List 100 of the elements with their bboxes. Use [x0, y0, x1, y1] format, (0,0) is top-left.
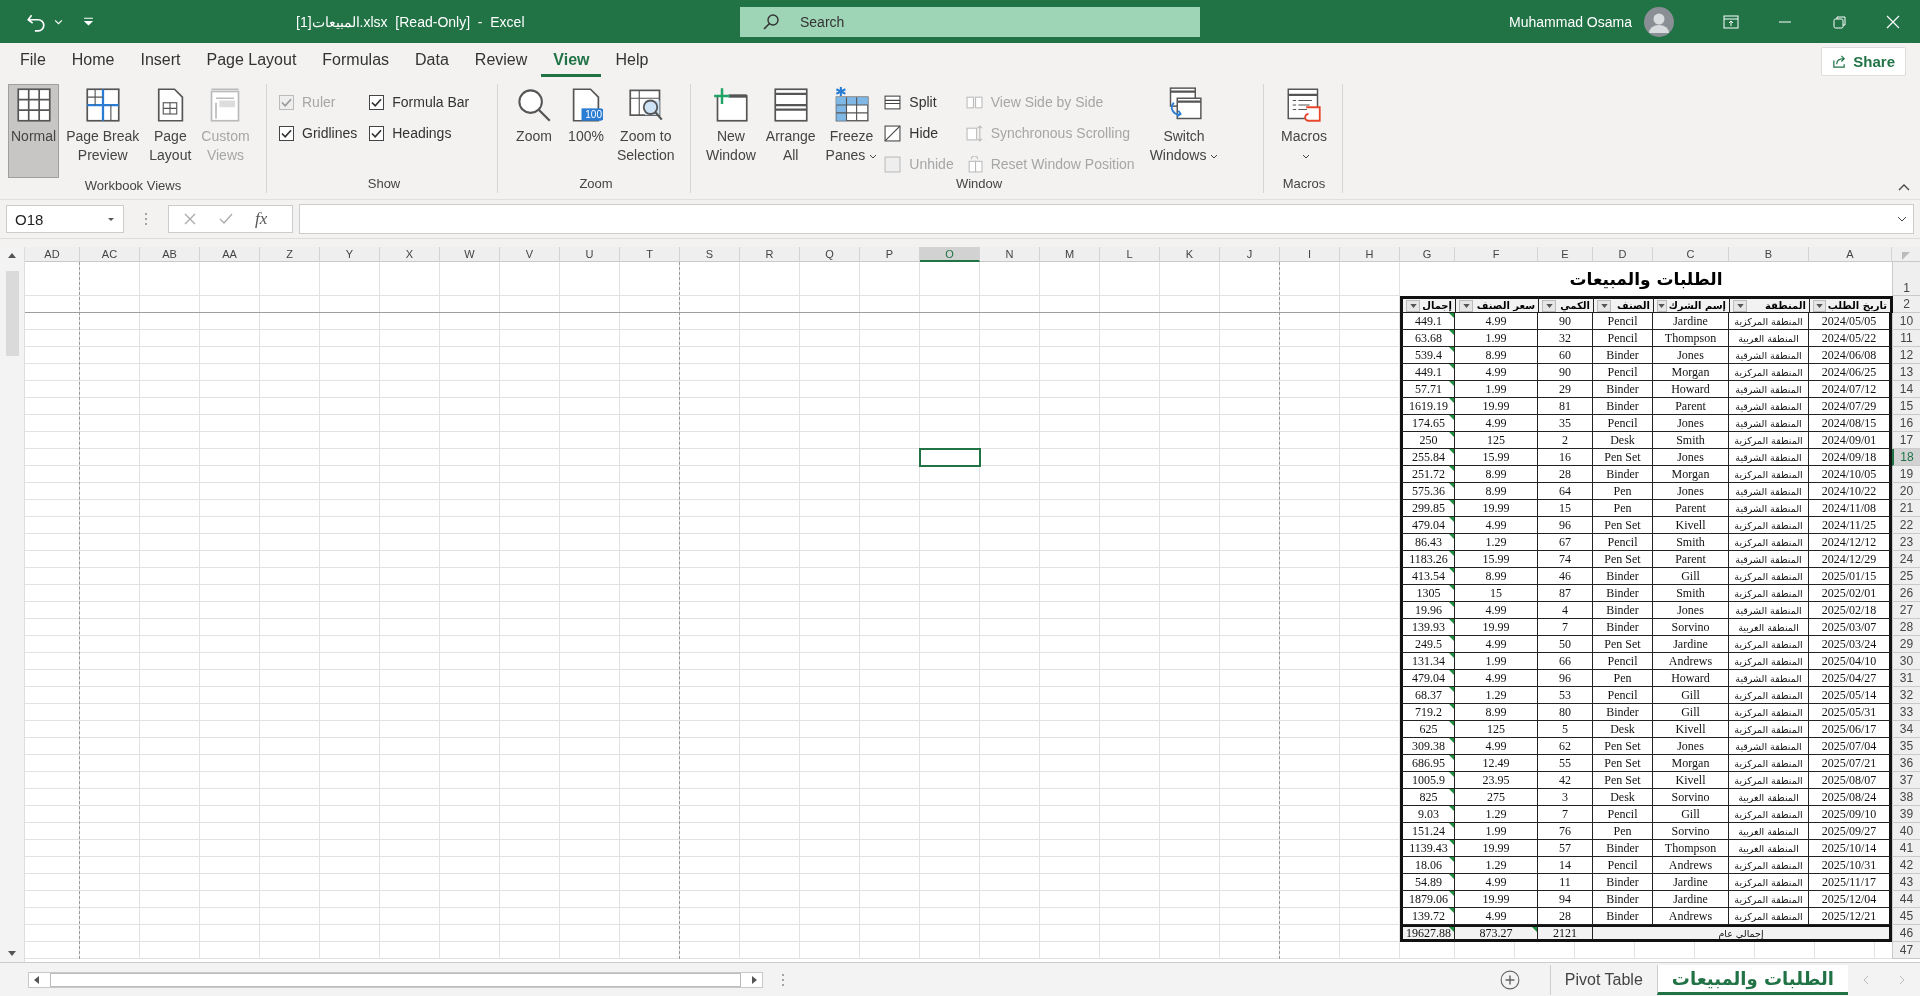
insert-function-button[interactable]: fx [255, 209, 268, 229]
column-header[interactable]: Q [800, 247, 860, 262]
column-header[interactable]: Y [320, 247, 380, 262]
column-header[interactable]: D [1593, 247, 1653, 262]
column-header[interactable]: W [440, 247, 500, 262]
ribbon-button[interactable]: Arrange All [762, 84, 819, 170]
row-header[interactable]: 35 [1892, 738, 1920, 755]
filter-dropdown-button[interactable] [1542, 299, 1556, 312]
filter-dropdown-button[interactable] [1733, 299, 1747, 312]
row-header[interactable]: 10 [1892, 313, 1920, 330]
column-header[interactable]: J [1220, 247, 1280, 262]
checkbox-option[interactable]: Formula Bar [369, 90, 470, 114]
row-header[interactable]: 15 [1892, 398, 1920, 415]
ribbon-button[interactable]: Zoom to Selection [614, 84, 678, 170]
row-header[interactable]: 27 [1892, 602, 1920, 619]
checkbox-option[interactable]: Gridlines [279, 121, 358, 145]
row-header[interactable]: 41 [1892, 840, 1920, 857]
column-header[interactable]: AA [200, 247, 260, 262]
column-header[interactable]: P [860, 247, 920, 262]
column-header[interactable]: X [380, 247, 440, 262]
filter-dropdown-button[interactable] [1406, 299, 1420, 312]
row-header[interactable]: 43 [1892, 874, 1920, 891]
ribbon-button[interactable]: Zoom [510, 84, 558, 151]
column-header[interactable]: O [920, 247, 980, 262]
row-header[interactable]: 38 [1892, 789, 1920, 806]
menu-tab[interactable]: Data [403, 46, 461, 77]
menu-tab[interactable]: Home [59, 46, 127, 77]
filter-dropdown-button[interactable] [1459, 299, 1473, 312]
ribbon-button[interactable]: Switch Windows [1146, 84, 1222, 170]
column-header[interactable]: M [1040, 247, 1100, 262]
row-header[interactable]: 29 [1892, 636, 1920, 653]
column-header[interactable]: Z [260, 247, 320, 262]
row-header[interactable]: 45 [1892, 908, 1920, 925]
row-header[interactable]: 11 [1892, 330, 1920, 347]
search-field[interactable]: Search [740, 6, 1200, 37]
ribbon-button[interactable]: Macros [1274, 84, 1334, 170]
row-header[interactable]: 19 [1892, 466, 1920, 483]
column-header[interactable]: N [980, 247, 1040, 262]
empty-cells[interactable] [25, 313, 1400, 959]
row-header[interactable]: 16 [1892, 415, 1920, 432]
column-header[interactable]: AB [140, 247, 200, 262]
row-header[interactable]: 36 [1892, 755, 1920, 772]
selected-cell-outline[interactable] [919, 448, 981, 467]
share-button[interactable]: Share [1821, 47, 1906, 76]
row-header[interactable]: 26 [1892, 585, 1920, 602]
filter-dropdown-button[interactable] [1597, 299, 1611, 312]
drag-handle-icon[interactable] [144, 212, 148, 226]
row-header[interactable]: 34 [1892, 721, 1920, 738]
name-box[interactable]: O18 [6, 205, 124, 233]
column-header[interactable]: R [740, 247, 800, 262]
menu-tab[interactable]: Review [462, 46, 540, 77]
column-header[interactable]: H [1340, 247, 1400, 262]
column-header[interactable]: L [1100, 247, 1160, 262]
column-header[interactable]: AC [80, 247, 140, 262]
menu-tab[interactable]: Insert [128, 46, 193, 77]
row-header[interactable]: 25 [1892, 568, 1920, 585]
row-header[interactable]: 46 [1892, 925, 1920, 942]
ribbon-button[interactable]: 100 100% [562, 84, 610, 151]
row-header[interactable]: 28 [1892, 619, 1920, 636]
scroll-thumb[interactable] [5, 271, 19, 356]
menu-tab[interactable]: Help [603, 46, 661, 77]
row-header[interactable]: 30 [1892, 653, 1920, 670]
row-header[interactable]: 13 [1892, 364, 1920, 381]
ribbon-button[interactable]: New Window [703, 84, 759, 170]
row-header[interactable]: 20 [1892, 483, 1920, 500]
row-header[interactable]: 17 [1892, 432, 1920, 449]
horizontal-scrollbar[interactable] [28, 971, 763, 988]
row-header[interactable]: 24 [1892, 551, 1920, 568]
row-header[interactable]: 32 [1892, 687, 1920, 704]
column-header[interactable]: F [1455, 247, 1538, 262]
customize-toolbar-icon[interactable] [83, 17, 94, 26]
row-header[interactable]: 23 [1892, 534, 1920, 551]
checkbox-option[interactable]: Headings [369, 121, 470, 145]
checkbox[interactable] [369, 125, 385, 141]
row-header[interactable]: 42 [1892, 857, 1920, 874]
column-header[interactable]: E [1538, 247, 1593, 262]
row-header[interactable]: 40 [1892, 823, 1920, 840]
row-header[interactable]: 18 [1892, 449, 1920, 466]
column-header[interactable]: C [1653, 247, 1729, 262]
ribbon-button[interactable]: Page Layout [146, 84, 195, 170]
add-sheet-icon[interactable] [1499, 969, 1520, 990]
column-header[interactable]: B [1729, 247, 1809, 262]
row-header[interactable]: 33 [1892, 704, 1920, 721]
avatar[interactable] [1644, 6, 1674, 37]
row-header[interactable]: 44 [1892, 891, 1920, 908]
sheet-tab[interactable]: Pivot Table [1549, 964, 1657, 995]
filter-dropdown-button[interactable] [1657, 299, 1667, 312]
drag-handle-icon[interactable] [781, 972, 785, 987]
menu-tab[interactable]: Page Layout [194, 46, 309, 77]
row-header[interactable]: 12 [1892, 347, 1920, 364]
ribbon-button[interactable]: Normal [8, 84, 60, 178]
scroll-right-icon[interactable] [751, 974, 759, 985]
column-header[interactable]: G [1400, 247, 1455, 262]
row-header[interactable]: 37 [1892, 772, 1920, 789]
column-header[interactable]: T [620, 247, 680, 262]
caret-icon[interactable] [54, 18, 63, 25]
ribbon-command[interactable]: Split [884, 90, 954, 114]
scroll-down-icon[interactable] [7, 950, 17, 958]
menu-tab[interactable]: File [8, 46, 58, 77]
row-header[interactable]: 39 [1892, 806, 1920, 823]
